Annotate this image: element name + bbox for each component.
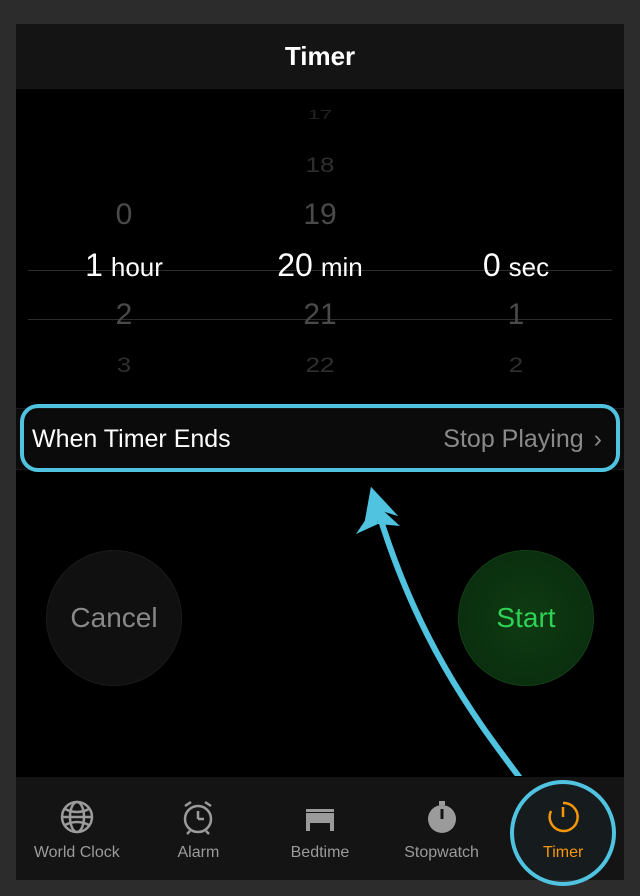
tab-stopwatch[interactable]: Stopwatch — [381, 777, 503, 880]
picker-minutes[interactable]: 17 18 19 20 min 21 22 23 — [223, 90, 417, 400]
picker-hours-prev: 0 — [27, 190, 221, 240]
button-row: Cancel Start — [16, 540, 624, 720]
page-title: Timer — [285, 41, 355, 72]
globe-icon — [56, 796, 98, 838]
chevron-right-icon: › — [594, 425, 602, 454]
tab-alarm[interactable]: Alarm — [138, 777, 260, 880]
picker-seconds-unit: sec — [509, 242, 549, 292]
when-timer-ends-row[interactable]: When Timer Ends Stop Playing › — [16, 408, 624, 470]
navbar: Timer — [16, 24, 624, 90]
picker-hours[interactable]: 0 1 hour 2 3 4 — [27, 90, 221, 400]
cancel-button[interactable]: Cancel — [46, 550, 182, 686]
when-timer-ends-value: Stop Playing — [443, 425, 583, 454]
tab-timer[interactable]: Timer — [502, 777, 624, 880]
picker-seconds-selected: 0 sec — [419, 240, 613, 290]
app-frame: Timer 0 1 hour 2 3 4 17 18 19 20 min — [16, 24, 624, 880]
timer-icon — [542, 796, 584, 838]
picker-minutes-selected: 20 min — [223, 240, 417, 290]
tab-bar: World Clock Alarm — [16, 776, 624, 880]
tab-bedtime[interactable]: Bedtime — [259, 777, 381, 880]
tab-world-clock[interactable]: World Clock — [16, 777, 138, 880]
start-button[interactable]: Start — [458, 550, 594, 686]
stopwatch-icon — [421, 796, 463, 838]
picker-minutes-unit: min — [321, 242, 363, 292]
when-timer-ends-label: When Timer Ends — [32, 425, 231, 454]
picker-hours-selected: 1 hour — [27, 240, 221, 290]
alarm-clock-icon — [177, 796, 219, 838]
duration-picker[interactable]: 0 1 hour 2 3 4 17 18 19 20 min 21 22 23 — [16, 90, 624, 400]
picker-hours-unit: hour — [111, 242, 163, 292]
picker-seconds[interactable]: 0 sec 1 2 3 — [419, 90, 613, 400]
when-timer-ends-wrap: When Timer Ends Stop Playing › — [16, 408, 624, 470]
bed-icon — [299, 796, 341, 838]
